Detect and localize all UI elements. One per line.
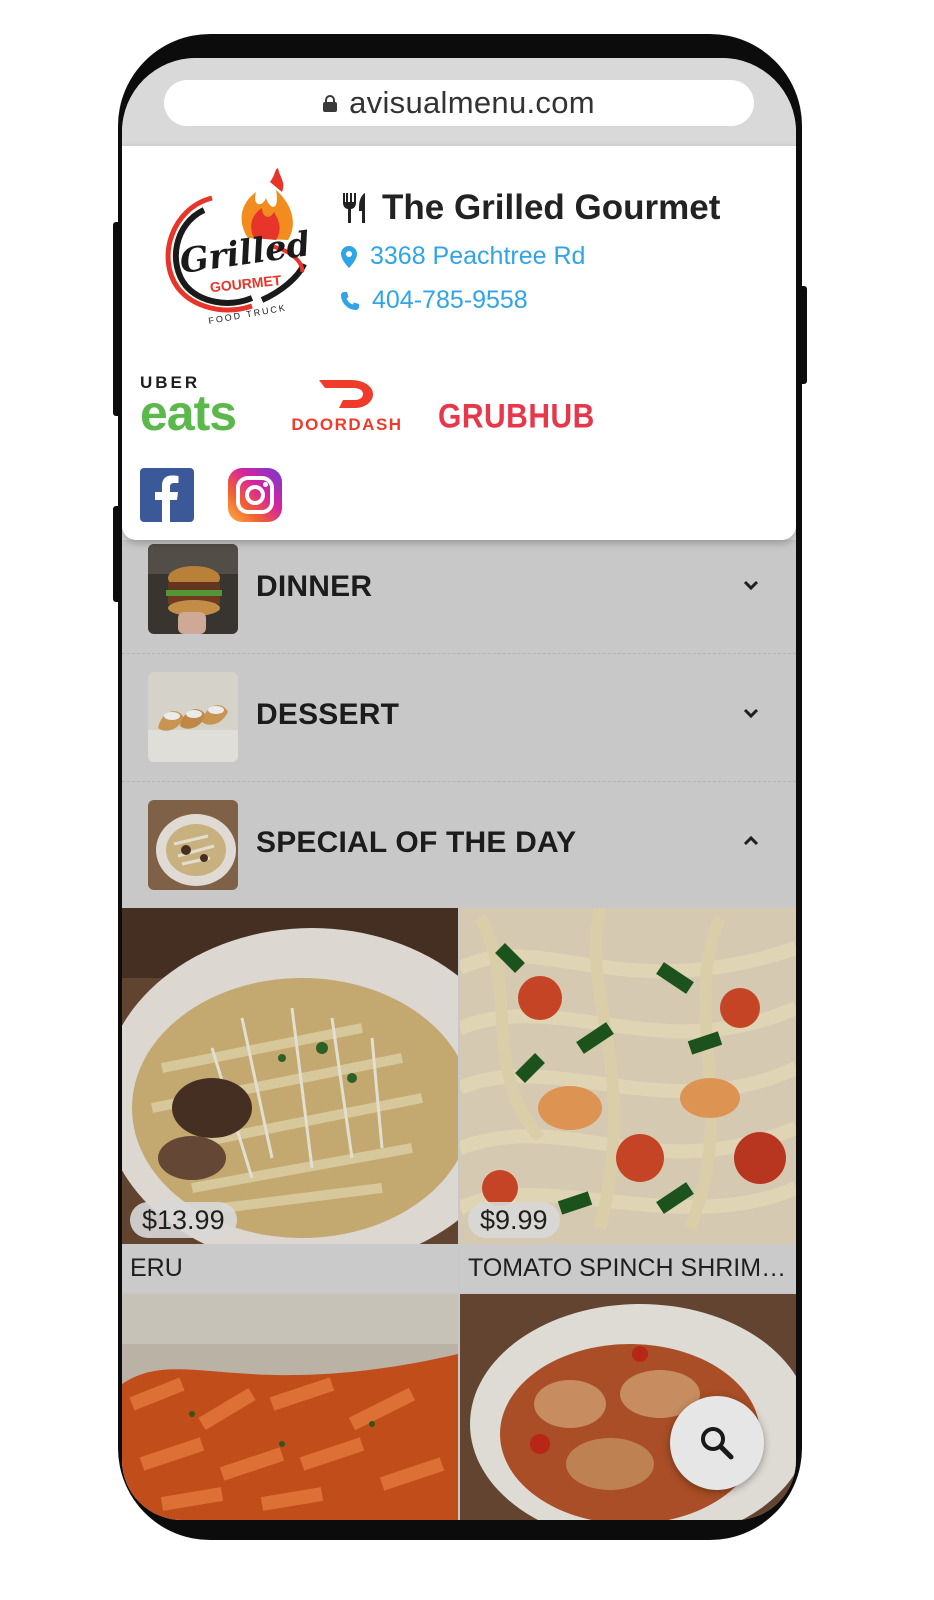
phone-icon bbox=[341, 291, 359, 310]
special-thumbnail bbox=[148, 800, 238, 890]
phone-link[interactable]: 404-785-9558 bbox=[340, 286, 528, 315]
category-dessert[interactable]: DESSERT bbox=[122, 654, 796, 782]
menu-item-name: TOMATO SPINCH SHRIMP PASTA bbox=[460, 1244, 796, 1292]
category-label: DINNER bbox=[256, 570, 373, 603]
doordash-text: DOORDASH bbox=[291, 415, 403, 434]
volume-up-button bbox=[113, 222, 121, 416]
phone-text: 404-785-9558 bbox=[372, 286, 528, 314]
category-label: SPECIAL OF THE DAY bbox=[256, 826, 577, 859]
chevron-up-icon bbox=[743, 835, 759, 846]
facebook-link[interactable] bbox=[140, 468, 194, 522]
volume-down-button bbox=[113, 506, 121, 602]
uber-eats-bottom-text: eats bbox=[140, 385, 237, 441]
location-pin-icon bbox=[341, 245, 357, 268]
browser-toolbar: avisualmenu.com bbox=[122, 58, 796, 146]
uber-eats-link[interactable]: UBER eats bbox=[140, 374, 237, 441]
facebook-icon bbox=[155, 475, 179, 522]
search-button[interactable] bbox=[670, 1396, 764, 1490]
url-text: avisualmenu.com bbox=[349, 85, 595, 120]
menu-item-name: ERU bbox=[122, 1244, 458, 1292]
instagram-icon bbox=[236, 476, 274, 514]
phone-screen: avisualmenu.com Grilled GOURMET FOOD TRU… bbox=[122, 58, 796, 1520]
restaurant-title: The Grilled Gourmet bbox=[340, 188, 720, 228]
menu-item-card[interactable]: $9.99 TOMATO SPINCH SHRIMP PASTA bbox=[460, 908, 796, 1292]
restaurant-header: Grilled GOURMET FOOD TRUCK The Grilled G… bbox=[122, 146, 796, 540]
menu-item-image bbox=[122, 1294, 458, 1520]
search-icon bbox=[701, 1427, 734, 1460]
menu-item-image bbox=[460, 908, 796, 1244]
doordash-icon bbox=[319, 380, 373, 408]
chevron-down-icon bbox=[743, 580, 759, 591]
price-badge: $13.99 bbox=[130, 1202, 237, 1238]
address-text: 3368 Peachtree Rd bbox=[370, 242, 586, 270]
category-dinner[interactable]: DINNER bbox=[122, 526, 796, 654]
instagram-link[interactable] bbox=[228, 468, 282, 522]
grubhub-link[interactable]: GRUBHUB bbox=[438, 398, 595, 467]
svg-text:Grilled: Grilled bbox=[177, 224, 312, 282]
address-bar[interactable]: avisualmenu.com bbox=[164, 80, 754, 126]
grilled-gourmet-logo: Grilled GOURMET FOOD TRUCK bbox=[165, 168, 312, 326]
menu-item-card[interactable]: $13.99 ERU bbox=[122, 908, 458, 1292]
menu-item-image bbox=[122, 908, 458, 1244]
chevron-down-icon bbox=[743, 708, 759, 719]
dessert-thumbnail bbox=[148, 672, 238, 762]
lock-icon bbox=[323, 95, 338, 112]
category-special-of-the-day[interactable]: SPECIAL OF THE DAY bbox=[122, 782, 796, 910]
power-button bbox=[799, 286, 807, 384]
menu-item-card[interactable] bbox=[122, 1294, 458, 1520]
price-badge: $9.99 bbox=[468, 1202, 560, 1238]
restaurant-name: The Grilled Gourmet bbox=[382, 188, 721, 227]
dinner-thumbnail bbox=[148, 544, 238, 634]
doordash-link[interactable]: DOORDASH bbox=[288, 378, 406, 438]
category-label: DESSERT bbox=[256, 698, 400, 731]
address-link[interactable]: 3368 Peachtree Rd bbox=[340, 242, 585, 271]
fork-knife-icon bbox=[343, 193, 365, 223]
